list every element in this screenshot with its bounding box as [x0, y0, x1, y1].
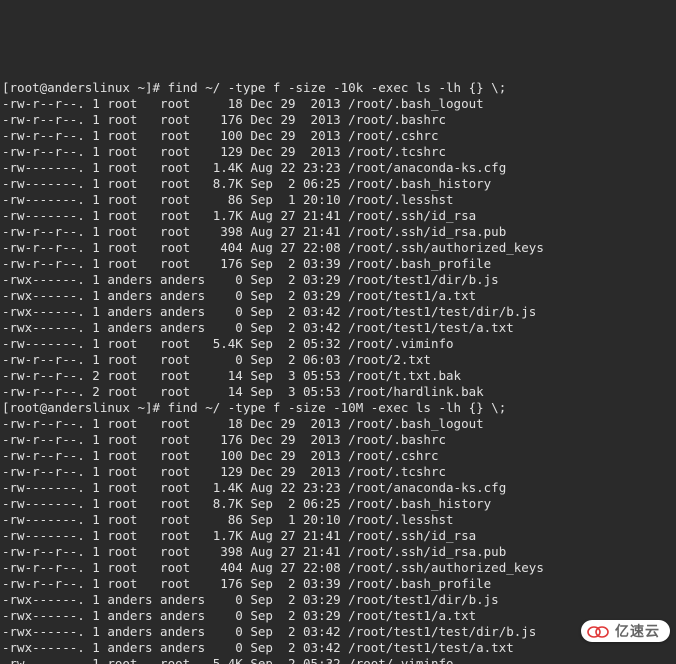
cloud-icon — [585, 622, 611, 640]
watermark-badge: 亿速云 — [581, 620, 670, 642]
watermark-text: 亿速云 — [615, 623, 660, 639]
terminal-output: [root@anderslinux ~]# find ~/ -type f -s… — [0, 80, 676, 664]
